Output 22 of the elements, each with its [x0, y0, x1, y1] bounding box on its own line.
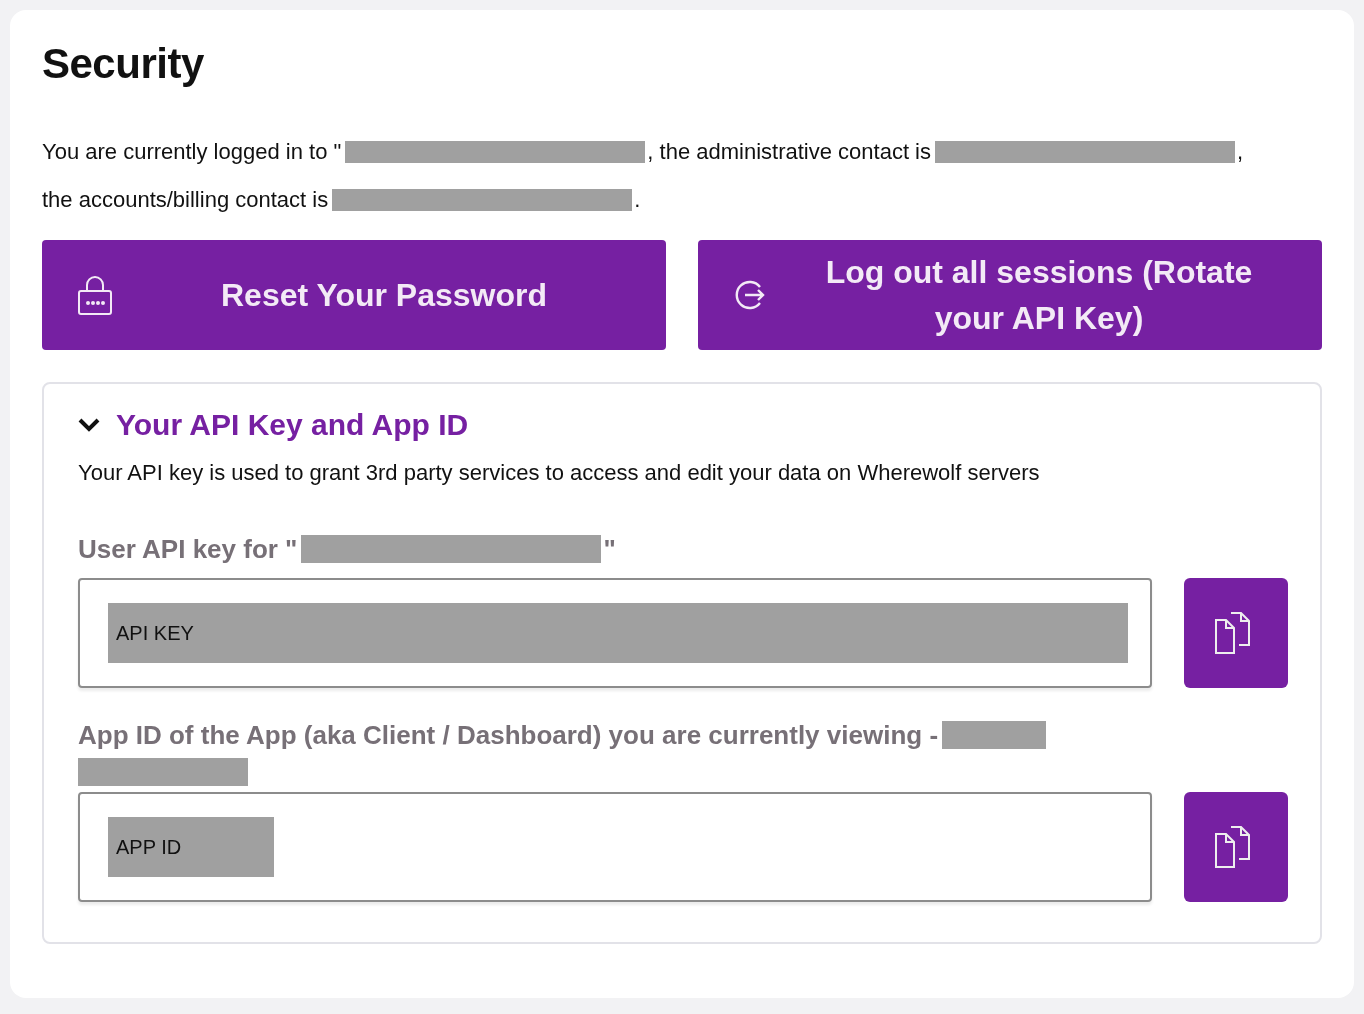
chevron-icon — [78, 418, 100, 432]
text: User API key for " — [78, 533, 298, 566]
panel-description: Your API key is used to grant 3rd party services to access and edit your data on Wherewolf servers — [78, 460, 1041, 486]
copy-button[interactable] — [1184, 792, 1288, 902]
logout-icon — [734, 279, 766, 311]
text: the accounts/billing contact is — [42, 186, 329, 214]
text: " — [603, 533, 616, 566]
logout-sessions-button[interactable]: Log out all sessions (Rotate your API Key) — [698, 240, 1322, 350]
readonly-field[interactable]: APP ID — [78, 792, 1152, 902]
page-title: Security — [42, 40, 205, 88]
text: App ID of the App (aka Client / Dashboard) you are currently viewing - — [78, 719, 939, 752]
readonly-field[interactable]: API KEY — [78, 578, 1152, 688]
lock-icon — [78, 275, 112, 315]
field-value: API KEY — [108, 603, 1128, 663]
panel-title[interactable]: Your API Key and App ID — [78, 408, 469, 442]
text: You are currently logged in to " — [42, 138, 342, 166]
text: . — [634, 186, 641, 214]
text: , the administrative contact is — [647, 138, 931, 166]
reset-password-button[interactable]: Reset Your Password — [42, 240, 666, 350]
copy-button[interactable] — [1184, 578, 1288, 688]
text: , — [1237, 138, 1244, 166]
field-value: APP ID — [108, 817, 274, 877]
